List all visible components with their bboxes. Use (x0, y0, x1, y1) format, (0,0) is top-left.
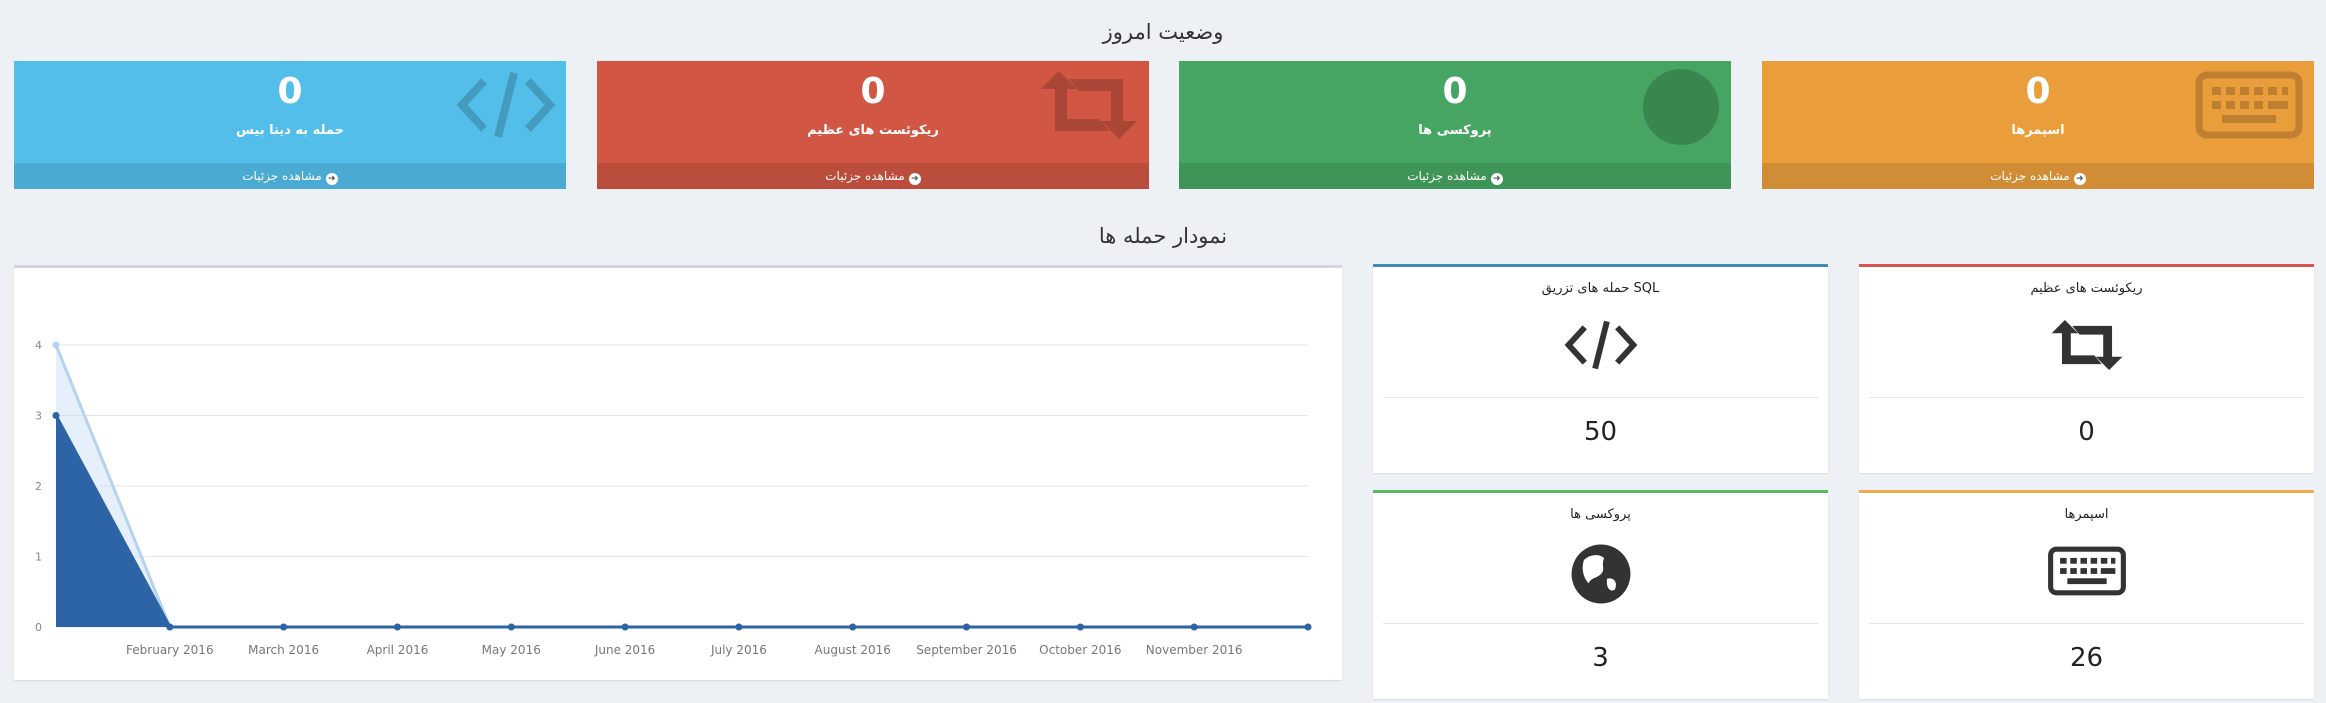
stat-box-huge-requests: 0 ریکوئست های عظیم مشاهده جزئیات ➜ (597, 61, 1149, 189)
series-line (54, 414, 1308, 629)
divider (1869, 623, 2304, 624)
view-details-link[interactable]: مشاهده جزئیات ➜ (14, 163, 566, 189)
stat-count: 0 (2025, 71, 2051, 112)
series-area (56, 415, 1308, 627)
info-box-spammers: اسپمرها 26 (1859, 490, 2314, 699)
view-details-link[interactable]: مشاهده جزئیات ➜ (1762, 163, 2314, 189)
info-box-title: حمله های تزریق SQL (1541, 281, 1660, 296)
info-box-value: 26 (2069, 643, 2104, 673)
stat-label: اسپمرها (2011, 123, 2065, 138)
info-box-title: ریکوئست های عظیم (2030, 281, 2143, 296)
y-tick-label: 4 (35, 339, 42, 352)
today-status-title: وضعیت امروز (1102, 20, 1224, 44)
x-tick-label: February 2016 (126, 643, 214, 657)
divider (1869, 397, 2304, 398)
info-box-title: پروکسی ها (1570, 507, 1631, 522)
stat-label: ریکوئست های عظیم (807, 123, 939, 138)
x-tick-label: September 2016 (916, 643, 1017, 657)
attack-chart-title: نمودار حمله ها (1098, 224, 1228, 248)
x-tick-label: April 2016 (367, 643, 429, 657)
stat-label: پروکسی ها (1418, 123, 1492, 138)
info-box-value: 0 (2078, 417, 2095, 447)
info-box-title: اسپمرها (2064, 507, 2109, 522)
attack-chart-panel: 0 1 2 3 4 February 2016 March 2016 April 2016 Ma… (14, 265, 1342, 680)
arrow-circle-icon: ➜ (2073, 173, 2086, 185)
stat-count: 0 (1442, 71, 1468, 112)
view-details-label: مشاهده جزئیات (242, 169, 322, 183)
keyboard-icon (2047, 543, 2127, 603)
divider (1383, 623, 1818, 624)
x-tick-label: June 2016 (594, 643, 656, 657)
data-point (507, 623, 515, 631)
x-tick-label: July 2016 (710, 643, 767, 657)
x-tick-label: October 2016 (1039, 643, 1121, 657)
data-point (963, 623, 971, 631)
data-point (52, 341, 60, 349)
data-point (52, 412, 60, 419)
globe-icon (1570, 543, 1632, 609)
stat-count: 0 (860, 71, 886, 112)
retweet-icon (2047, 317, 2127, 377)
stat-box-proxies: 0 پروکسی ها مشاهده جزئیات ➜ (1179, 61, 1731, 189)
view-details-label: مشاهده جزئیات (1990, 169, 2070, 183)
x-tick-label: May 2016 (482, 643, 541, 657)
data-point (393, 623, 401, 631)
data-point (735, 623, 743, 631)
view-details-link[interactable]: مشاهده جزئیات ➜ (1179, 163, 1731, 189)
divider (1383, 397, 1818, 398)
info-box-value: 3 (1592, 643, 1609, 673)
data-point (849, 623, 857, 631)
stat-box-database-attack: 0 حمله به دیتا بیس مشاهده جزئیات ➜ (14, 61, 566, 189)
view-details-link[interactable]: مشاهده جزئیات ➜ (597, 163, 1149, 189)
y-tick-label: 0 (35, 621, 42, 634)
arrow-circle-icon: ➜ (1490, 173, 1503, 185)
data-point (280, 623, 288, 631)
attack-area-chart: 0 1 2 3 4 February 2016 March 2016 April 2016 Ma… (35, 339, 1312, 657)
data-point (1304, 623, 1312, 631)
y-tick-label: 2 (35, 480, 42, 493)
arrow-circle-icon: ➜ (908, 173, 921, 185)
arrow-circle-icon: ➜ (325, 173, 338, 185)
x-tick-label: August 2016 (815, 643, 891, 657)
code-icon (1561, 317, 1641, 377)
info-box-sql-injection: حمله های تزریق SQL 50 (1373, 264, 1828, 473)
x-tick-label: March 2016 (248, 643, 319, 657)
x-tick-label: November 2016 (1146, 643, 1243, 657)
y-tick-label: 3 (35, 410, 42, 423)
stat-count: 0 (277, 71, 303, 112)
y-tick-label: 1 (35, 551, 42, 564)
data-point (621, 623, 629, 631)
info-box-huge-requests: ریکوئست های عظیم 0 (1859, 264, 2314, 473)
data-point (1076, 623, 1084, 631)
view-details-label: مشاهده جزئیات (1407, 169, 1487, 183)
data-point (1190, 623, 1198, 631)
info-box-value: 50 (1583, 417, 1618, 447)
info-box-proxies: پروکسی ها 3 (1373, 490, 1828, 699)
stat-label: حمله به دیتا بیس (236, 123, 344, 138)
stat-box-spammers: 0 اسپمرها مشاهده جزئیات ➜ (1762, 61, 2314, 189)
data-point (166, 623, 174, 631)
view-details-label: مشاهده جزئیات (825, 169, 905, 183)
